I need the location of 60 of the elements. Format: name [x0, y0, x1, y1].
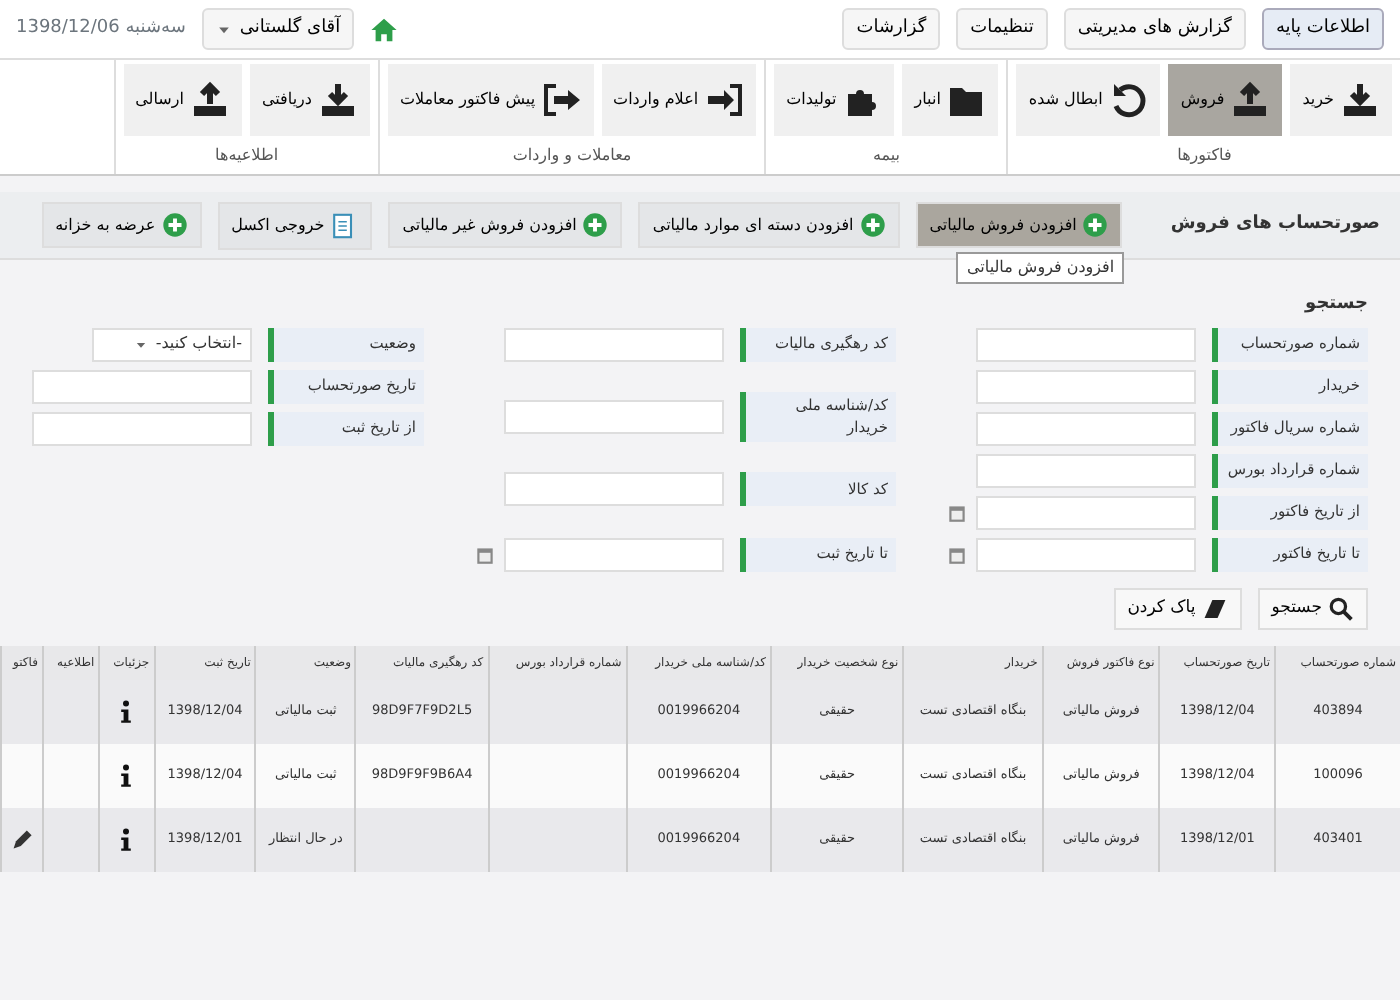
user-dropdown[interactable]: آقای گلستانی [201, 7, 355, 51]
ribbon-button[interactable]: دریافتی [249, 64, 370, 136]
input-field[interactable] [32, 411, 252, 445]
select-field[interactable]: -انتخاب کنید- [92, 327, 252, 361]
group-title: فاکتورها [1177, 144, 1232, 168]
caret-icon [133, 337, 148, 351]
input-field[interactable] [976, 411, 1196, 445]
input-field[interactable] [976, 453, 1196, 487]
action-button[interactable]: افزودن دسته ای موارد مالیاتی [638, 202, 900, 248]
form-caption: جستجو [1305, 294, 1368, 314]
upload-tray-icon [189, 80, 230, 120]
undo-arrow-icon [1108, 80, 1149, 120]
eraser-icon [1201, 595, 1228, 621]
calendar-icon [474, 543, 496, 565]
tooltip: افزودن فروش مالیاتی [956, 252, 1125, 284]
group-title: اطلاعیه‌ها [215, 144, 279, 168]
ribbon-button[interactable]: فروش [1168, 64, 1283, 136]
action-button[interactable]: خروجی اکسل [217, 201, 373, 249]
search-icon [1328, 595, 1354, 621]
input-field[interactable] [976, 369, 1196, 403]
plus-icon [582, 212, 609, 238]
date-field[interactable] [976, 495, 1196, 529]
input-field[interactable] [976, 327, 1196, 361]
download-tray-icon [317, 80, 358, 120]
action-button[interactable]: افزودن فروش غیر مالیاتی [388, 202, 623, 248]
download-tray-icon [1340, 80, 1380, 120]
input-field[interactable] [504, 399, 724, 434]
group-title: معاملات و واردات [512, 144, 632, 168]
calendar-icon [946, 543, 968, 565]
ribbon-button[interactable]: پیش فاکتور معاملات [387, 64, 594, 136]
input-field[interactable] [504, 472, 724, 506]
plus-icon [161, 212, 188, 238]
input-field[interactable] [504, 327, 724, 361]
date-field[interactable] [504, 537, 724, 571]
ribbon-button[interactable]: ابطال شده [1016, 64, 1161, 136]
ribbon-button[interactable]: خرید [1290, 64, 1392, 136]
input-field[interactable] [32, 369, 252, 403]
action-button[interactable]: عرضه به خزانه [41, 202, 202, 248]
home-icon [370, 15, 399, 43]
upload-tray-icon [1230, 80, 1271, 120]
plus-icon [859, 212, 886, 238]
action-button[interactable]: افزودن فروش مالیاتی [915, 202, 1123, 248]
calendar-icon [946, 501, 968, 523]
section-title: صورتحساب های فروش [1170, 211, 1380, 238]
menu-tab[interactable]: تنظیمات [956, 7, 1048, 51]
date-field[interactable] [976, 537, 1196, 571]
plus-icon [1082, 212, 1109, 238]
ribbon-button[interactable]: انبار [902, 64, 999, 136]
date-text: سه‌شنبه 1398/12/06 [16, 15, 186, 42]
sign-out-icon [541, 80, 582, 120]
group-title: بیمه [872, 144, 901, 168]
sign-in-icon [704, 80, 745, 120]
menu-tab[interactable]: اطلاعات پایه [1261, 7, 1384, 51]
menu-tab[interactable]: گزارش های مدیریتی [1063, 7, 1246, 51]
ribbon-button[interactable]: تولیدات [774, 64, 895, 136]
ribbon-button[interactable]: اعلام واردات [601, 64, 757, 136]
menu-tab[interactable]: گزارشات [842, 7, 941, 51]
clear-button[interactable]: پاک کردن [1113, 587, 1242, 629]
ribbon-button[interactable]: ارسالی [123, 64, 242, 136]
search-button[interactable]: جستجو [1257, 587, 1368, 629]
